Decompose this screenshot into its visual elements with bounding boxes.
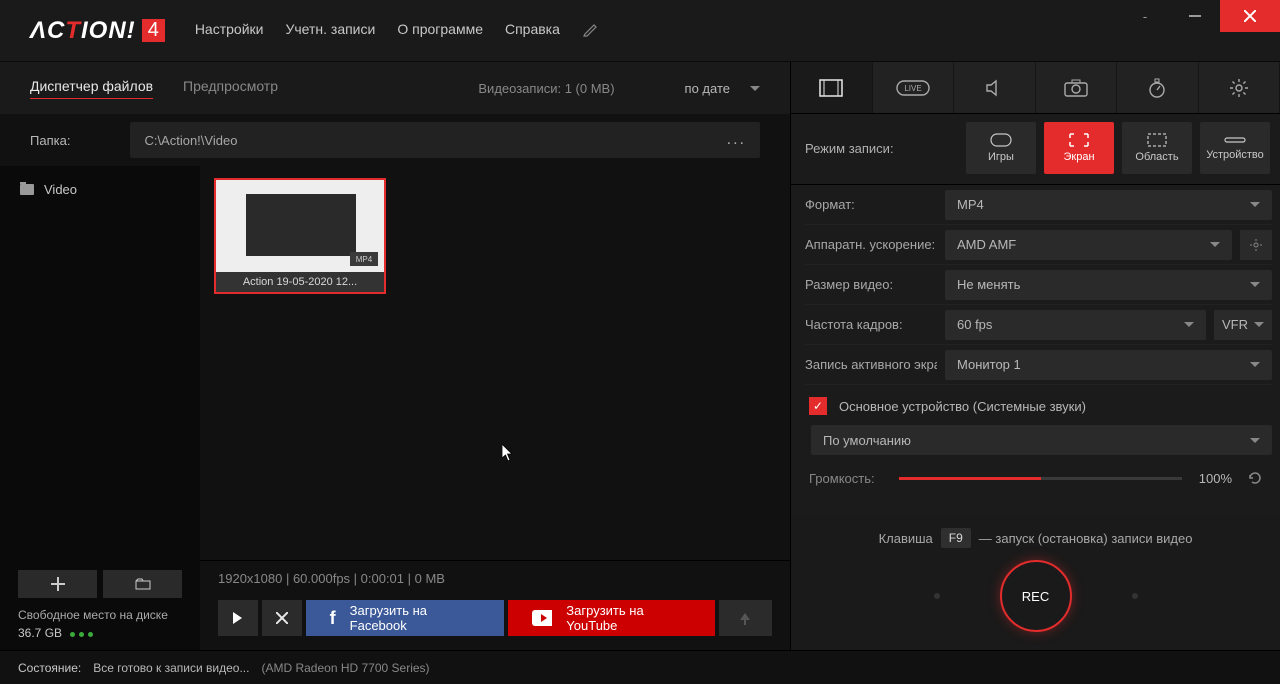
system-audio-label: Основное устройство (Системные звуки) [839, 399, 1086, 414]
folder-path-text: C:\Action!\Video [144, 133, 237, 148]
status-gpu: (AMD Radeon HD 7700 Series) [261, 661, 429, 675]
indicator-dot [934, 593, 940, 599]
upload-facebook-button[interactable]: fЗагрузить на Facebook [306, 600, 504, 636]
tab-file-manager[interactable]: Диспетчер файлов [30, 78, 153, 99]
indicator-dot [1132, 593, 1138, 599]
chevron-down-icon [1250, 202, 1260, 207]
browse-folder-icon[interactable]: ... [727, 131, 746, 149]
delete-button[interactable] [262, 600, 302, 636]
chevron-down-icon [1184, 322, 1194, 327]
mode-region[interactable]: Область [1122, 122, 1192, 174]
upload-generic-button[interactable] [719, 600, 772, 636]
chevron-down-icon [1254, 322, 1264, 327]
status-label: Состояние: [18, 661, 81, 675]
play-button[interactable] [218, 600, 258, 636]
window-controls: - [1120, 0, 1280, 32]
record-mode-label: Режим записи: [805, 141, 958, 156]
fps-dropdown[interactable]: 60 fps [945, 310, 1206, 340]
menu-bar: Настройки Учетн. записи О программе Спра… [195, 21, 600, 40]
vfr-dropdown[interactable]: VFR [1214, 310, 1272, 340]
audio-device-dropdown[interactable]: По умолчанию [811, 425, 1272, 455]
chevron-down-icon [1250, 438, 1260, 443]
left-pane: Диспетчер файлов Предпросмотр Видеозапис… [0, 62, 790, 650]
window-pin-icon[interactable]: - [1120, 0, 1170, 32]
tab-preview[interactable]: Предпросмотр [183, 78, 278, 98]
hotkey-prefix: Клавиша [879, 531, 933, 546]
mouse-cursor [502, 444, 514, 462]
chevron-down-icon [1210, 242, 1220, 247]
menu-help[interactable]: Справка [505, 21, 560, 40]
upload-youtube-button[interactable]: Загрузить на YouTube [508, 600, 715, 636]
size-dropdown[interactable]: Не менять [945, 270, 1272, 300]
menu-accounts[interactable]: Учетн. записи [285, 21, 375, 40]
menu-about[interactable]: О программе [397, 21, 483, 40]
disk-space-value: 36.7 GB [18, 626, 62, 640]
title-bar: ΛCTION!4 Настройки Учетн. записи О прогр… [0, 0, 1280, 62]
window-minimize-icon[interactable] [1170, 0, 1220, 32]
folder-label: Папка: [30, 133, 70, 148]
tab-live-stream[interactable]: LIVE [873, 62, 955, 113]
tab-video-capture[interactable] [791, 62, 873, 113]
hotkey-suffix: — запуск (остановка) записи видео [979, 531, 1193, 546]
format-dropdown[interactable]: MP4 [945, 190, 1272, 220]
format-badge: MP4 [350, 252, 378, 266]
brush-icon[interactable] [582, 21, 600, 40]
folder-tree: Video [0, 166, 200, 560]
volume-reset-button[interactable] [1242, 465, 1268, 491]
add-folder-button[interactable] [18, 570, 97, 598]
hwaccel-label: Аппаратн. ускорение: [805, 237, 937, 252]
hwaccel-dropdown[interactable]: AMD AMF [945, 230, 1232, 260]
window-close-icon[interactable] [1220, 0, 1280, 32]
chevron-down-icon [750, 86, 760, 91]
youtube-icon [532, 610, 553, 626]
folder-tree-item[interactable]: Video [20, 182, 180, 197]
status-text: Все готово к записи видео... [93, 661, 249, 675]
mode-device[interactable]: Устройство [1200, 122, 1270, 174]
recordings-count: Видеозаписи: 1 (0 MB) [478, 81, 614, 96]
size-label: Размер видео: [805, 277, 937, 292]
open-folder-button[interactable] [103, 570, 182, 598]
folder-name: Video [44, 182, 77, 197]
thumbnail-filename: Action 19-05-2020 12... [216, 272, 384, 292]
menu-settings[interactable]: Настройки [195, 21, 264, 40]
app-logo: ΛCTION!4 [30, 18, 165, 44]
volume-slider[interactable] [899, 477, 1182, 480]
video-thumbnail[interactable]: MP4 Action 19-05-2020 12... [214, 178, 386, 294]
format-label: Формат: [805, 197, 937, 212]
sort-label: по дате [685, 81, 730, 96]
tab-benchmark[interactable] [1117, 62, 1199, 113]
right-pane: LIVE Режим записи: Игры Экран Область Ус… [790, 62, 1280, 650]
thumbnail-grid: MP4 Action 19-05-2020 12... [200, 166, 790, 560]
file-info-text: 1920x1080 | 60.000fps | 0:00:01 | 0 MB [218, 571, 772, 586]
hwaccel-settings-button[interactable] [1240, 230, 1272, 260]
fps-label: Частота кадров: [805, 317, 937, 332]
tab-screenshot[interactable] [1036, 62, 1118, 113]
folder-icon [20, 184, 34, 195]
mode-screen[interactable]: Экран [1044, 122, 1114, 174]
play-icon [233, 612, 242, 624]
chevron-down-icon [1250, 282, 1260, 287]
status-bar: Состояние: Все готово к записи видео... … [0, 650, 1280, 684]
disk-space-label: Свободное место на диске [18, 608, 182, 622]
thumbnail-preview: MP4 [216, 180, 384, 272]
facebook-icon: f [330, 608, 336, 629]
hotkey-key: F9 [941, 528, 971, 548]
tab-settings-gear[interactable] [1199, 62, 1280, 113]
monitor-dropdown[interactable]: Монитор 1 [945, 350, 1272, 380]
record-button[interactable]: REC [1000, 560, 1072, 632]
activewin-label: Запись активного экра [805, 357, 937, 372]
sort-dropdown[interactable]: по дате [685, 81, 760, 96]
chevron-down-icon [1250, 362, 1260, 367]
folder-path-field[interactable]: C:\Action!\Video ... [130, 122, 760, 158]
tab-audio[interactable] [954, 62, 1036, 113]
svg-text:LIVE: LIVE [904, 84, 921, 93]
volume-label: Громкость: [809, 471, 889, 486]
mode-games[interactable]: Игры [966, 122, 1036, 174]
volume-value: 100% [1192, 471, 1232, 486]
system-audio-checkbox[interactable]: ✓ [809, 397, 827, 415]
